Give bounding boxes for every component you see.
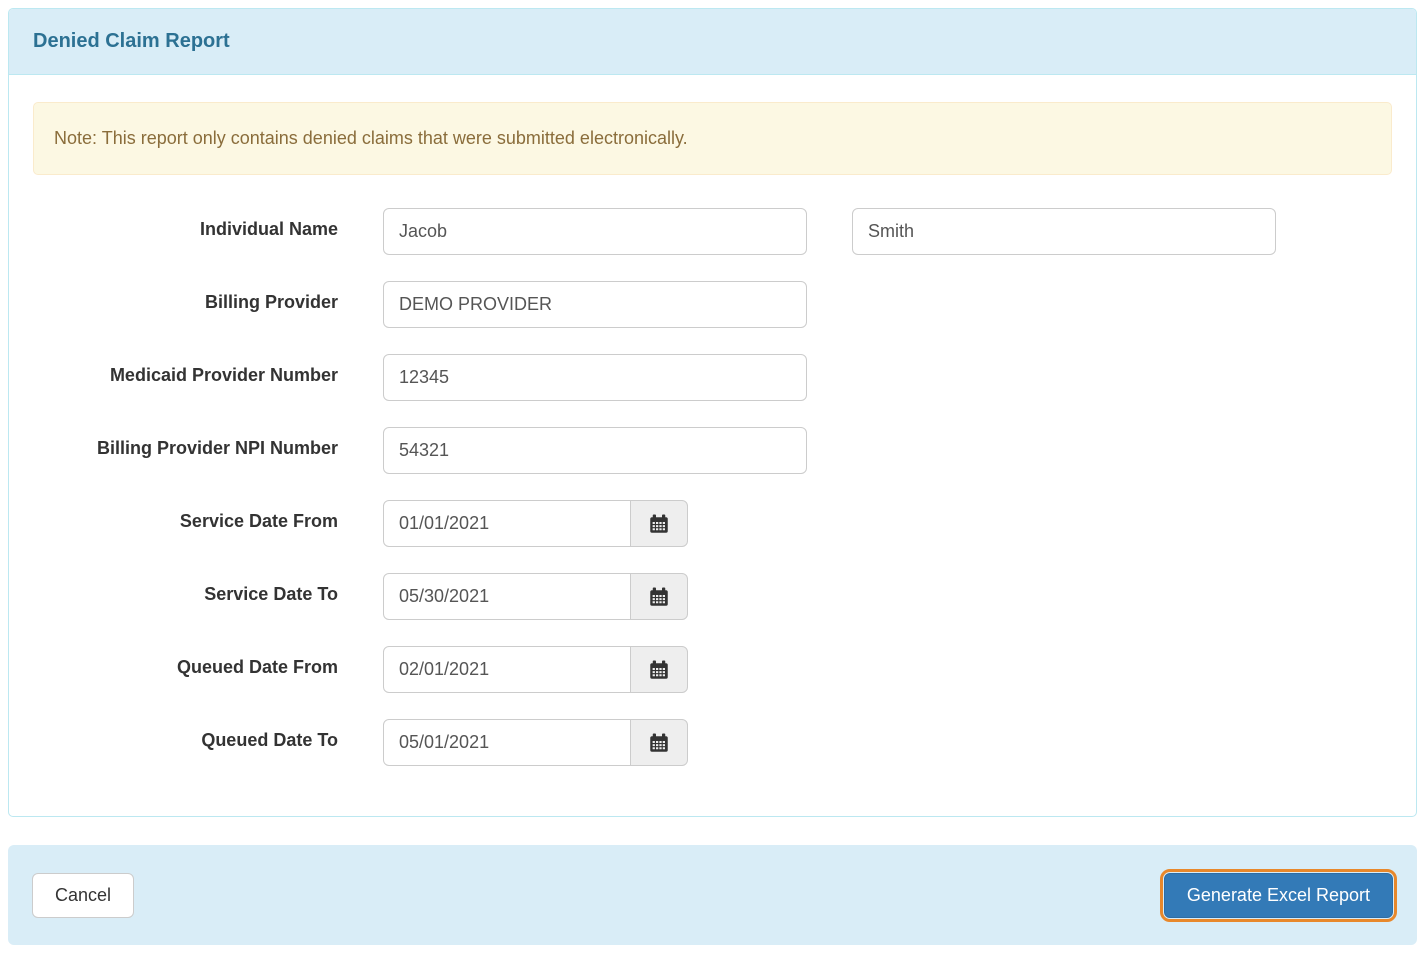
service-date-from-group (383, 500, 688, 547)
individual-name-label: Individual Name (199, 219, 338, 239)
form-row-service-date-from: Service Date From (33, 500, 1392, 547)
queued-date-to-label: Queued Date To (201, 730, 338, 750)
service-date-to-input[interactable] (383, 573, 631, 620)
denied-claim-report-panel: Denied Claim Report Note: This report on… (8, 8, 1417, 817)
footer-action-bar: Cancel Generate Excel Report (8, 845, 1417, 945)
form-row-queued-date-from: Queued Date From (33, 646, 1392, 693)
service-date-from-calendar-button[interactable] (630, 500, 688, 547)
billing-provider-input[interactable] (383, 281, 807, 328)
calendar-icon (650, 660, 668, 679)
individual-last-name-input[interactable] (852, 208, 1276, 255)
panel-header: Denied Claim Report (9, 9, 1416, 75)
form-row-individual-name: Individual Name (33, 208, 1392, 255)
billing-provider-npi-label: Billing Provider NPI Number (96, 438, 338, 458)
queued-date-from-input[interactable] (383, 646, 631, 693)
queued-date-to-calendar-button[interactable] (630, 719, 688, 766)
cancel-button[interactable]: Cancel (32, 872, 135, 918)
generate-excel-report-button[interactable]: Generate Excel Report (1159, 868, 1398, 922)
individual-first-name-input[interactable] (383, 208, 807, 255)
form-row-medicaid-provider-number: Medicaid Provider Number (33, 354, 1392, 401)
page-title: Denied Claim Report (33, 30, 230, 52)
billing-provider-npi-input[interactable] (383, 427, 807, 474)
calendar-icon (650, 514, 668, 533)
billing-provider-label: Billing Provider (204, 292, 338, 312)
service-date-to-calendar-button[interactable] (630, 573, 688, 620)
calendar-icon (650, 587, 668, 606)
queued-date-to-group (383, 719, 688, 766)
note-banner: Note: This report only contains denied c… (33, 102, 1392, 175)
form-row-billing-provider: Billing Provider (33, 281, 1392, 328)
service-date-from-label: Service Date From (179, 511, 338, 531)
medicaid-provider-number-input[interactable] (383, 354, 807, 401)
note-text: Note: This report only contains denied c… (54, 128, 688, 148)
service-date-from-input[interactable] (383, 500, 631, 547)
service-date-to-group (383, 573, 688, 620)
service-date-to-label: Service Date To (204, 584, 338, 604)
queued-date-from-label: Queued Date From (176, 657, 338, 677)
panel-body: Note: This report only contains denied c… (9, 75, 1416, 816)
queued-date-from-calendar-button[interactable] (630, 646, 688, 693)
form-row-service-date-to: Service Date To (33, 573, 1392, 620)
form-row-queued-date-to: Queued Date To (33, 719, 1392, 766)
queued-date-to-input[interactable] (383, 719, 631, 766)
queued-date-from-group (383, 646, 688, 693)
calendar-icon (650, 733, 668, 752)
medicaid-provider-number-label: Medicaid Provider Number (109, 365, 338, 385)
form-row-billing-provider-npi: Billing Provider NPI Number (33, 427, 1392, 474)
